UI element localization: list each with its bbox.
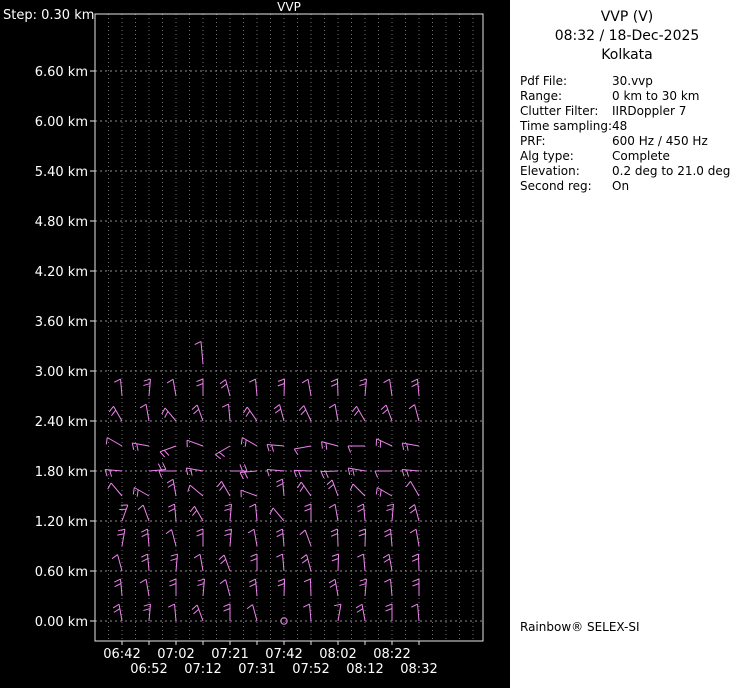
y-axis-label: 4.80 km	[35, 215, 88, 230]
brand-footer: Rainbow® SELEX-SI	[520, 620, 640, 634]
info-value: 0.2 deg to 21.0 deg	[612, 164, 731, 178]
x-axis-label: 06:42	[103, 647, 140, 662]
y-axis-label: 1.20 km	[35, 515, 88, 530]
y-axis-label: 0.60 km	[35, 565, 88, 580]
info-label: Elevation:	[520, 164, 580, 178]
info-panel: VVP (V) 08:32 / 18-Dec-2025 Kolkata Pdf …	[510, 0, 744, 688]
info-label: Clutter Filter:	[520, 104, 599, 118]
info-value: IIRDoppler 7	[612, 104, 687, 118]
info-label: Second reg:	[520, 179, 592, 193]
wind-barbs	[104, 340, 420, 625]
info-label: Range:	[520, 89, 563, 103]
y-axis-label: 6.60 km	[35, 65, 88, 80]
panel-site: Kolkata	[601, 47, 653, 63]
x-axis-label: 07:12	[184, 662, 221, 677]
info-label: Pdf File:	[520, 74, 568, 88]
info-label: Time sampling:	[520, 119, 613, 133]
x-axis-label: 08:12	[346, 662, 383, 677]
info-value: 30.vvp	[612, 74, 653, 88]
vvp-wind-profile-chart: 6.60 km 6.00 km 5.40 km 4.80 km 4.20 km 3.60 …	[3, 0, 484, 677]
info-row: Pdf File: 30.vvp	[520, 74, 744, 89]
chart-title: VVP	[277, 0, 301, 14]
info-row: Range: 0 km to 30 km	[520, 89, 744, 104]
x-axis-label: 07:42	[265, 647, 302, 662]
panel-title: VVP (V)	[600, 9, 654, 25]
info-label: PRF:	[520, 134, 546, 148]
info-row: PRF: 600 Hz / 450 Hz	[520, 134, 744, 149]
x-axis-label: 06:52	[130, 662, 167, 677]
x-axis-label: 08:02	[319, 647, 356, 662]
panel-datetime: 08:32 / 18-Dec-2025	[554, 28, 700, 44]
y-axis-label: 4.20 km	[35, 265, 88, 280]
y-axis-label: 5.40 km	[35, 165, 88, 180]
info-value: 600 Hz / 450 Hz	[612, 134, 708, 148]
info-row: Second reg: On	[520, 179, 744, 194]
info-row: Alg type: Complete	[520, 149, 744, 164]
info-list: Pdf File: 30.vvp Range: 0 km to 30 km Clutte…	[520, 74, 744, 194]
info-row: Elevation: 0.2 deg to 21.0 deg	[520, 164, 744, 179]
info-row: Time sampling: 48	[520, 119, 744, 134]
x-axis-label: 07:52	[292, 662, 329, 677]
y-axis-label: 3.00 km	[35, 365, 88, 380]
info-value: 48	[612, 119, 628, 133]
y-axis-label: 2.40 km	[35, 415, 88, 430]
info-value: 0 km to 30 km	[612, 89, 700, 103]
x-axis-label: 07:21	[211, 647, 248, 662]
step-label: Step: 0.30 km	[3, 8, 94, 23]
x-axis-label: 08:32	[400, 662, 437, 677]
x-axis-label: 08:22	[373, 647, 410, 662]
info-value: Complete	[612, 149, 670, 163]
chart-area: 6.60 km 6.00 km 5.40 km 4.80 km 4.20 km 3.60 …	[0, 0, 510, 688]
y-axis-label: 3.60 km	[35, 315, 88, 330]
info-row: Clutter Filter: IIRDoppler 7	[520, 104, 744, 119]
chart-grid	[95, 14, 483, 641]
x-axis-label: 07:02	[157, 647, 194, 662]
x-axis-label: 07:31	[238, 662, 275, 677]
y-axis-label: 0.00 km	[35, 615, 88, 630]
vvp-window: 6.60 km 6.00 km 5.40 km 4.80 km 4.20 km 3.60 …	[0, 0, 744, 688]
plot-border	[94, 13, 484, 642]
y-axis-label: 6.00 km	[35, 115, 88, 130]
info-label: Alg type:	[520, 149, 574, 163]
info-value: On	[612, 179, 630, 193]
y-axis-label: 1.80 km	[35, 465, 88, 480]
